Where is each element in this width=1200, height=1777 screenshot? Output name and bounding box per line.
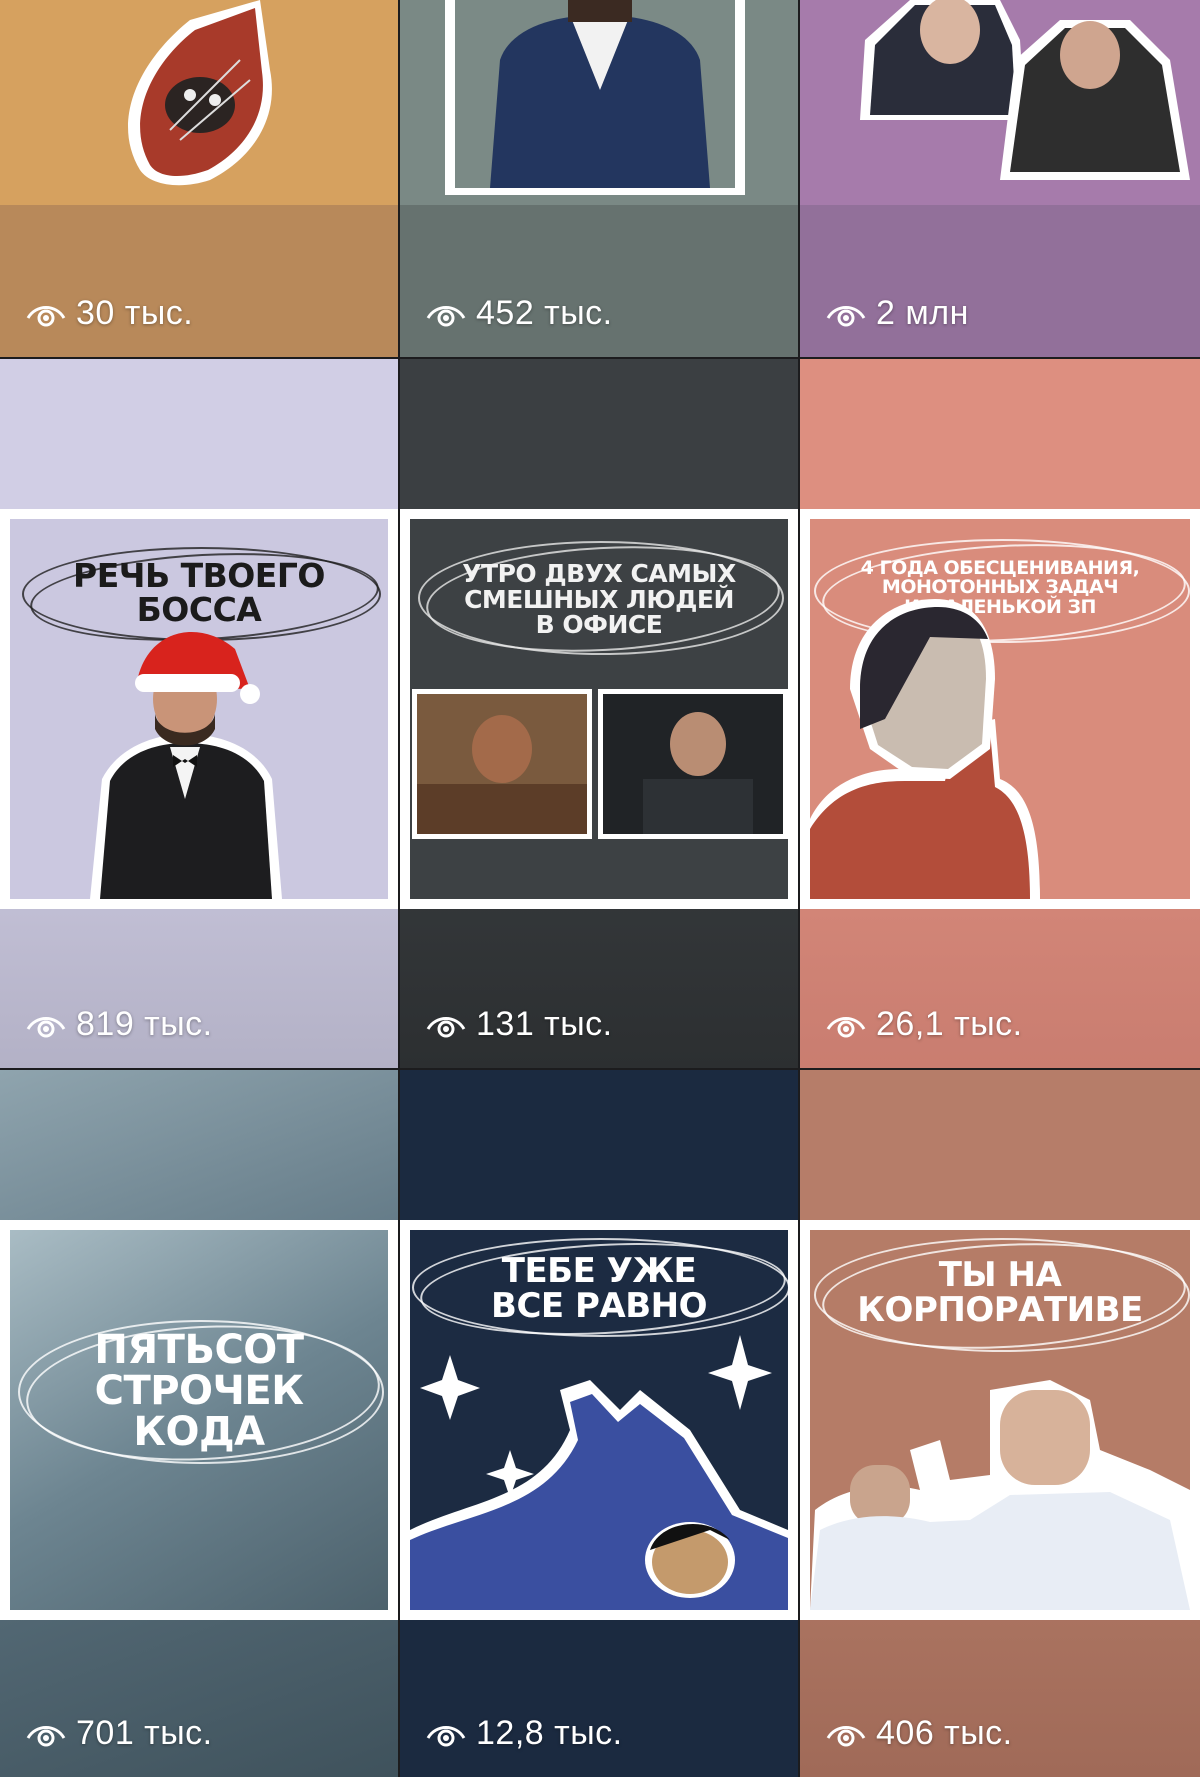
- video-tile-7[interactable]: ПЯТЬСОТ СТРОЧЕК КОДА 701 тыс.: [0, 1070, 398, 1777]
- video-tile-1[interactable]: 30 тыс.: [0, 0, 398, 357]
- video-tile-9[interactable]: ТЫ НА КОРПОРАТИВЕ 406 тыс.: [800, 1070, 1200, 1777]
- eye-icon: [826, 305, 866, 326]
- eye-icon: [826, 1725, 866, 1746]
- cat-sticker-image: [128, 0, 272, 186]
- video-tile-2[interactable]: 452 тыс.: [400, 0, 798, 357]
- caption-line-3: КОДА: [133, 1408, 265, 1455]
- eye-icon: [26, 305, 66, 326]
- eye-icon: [26, 1725, 66, 1746]
- view-count: 30 тыс.: [26, 294, 193, 333]
- eye-icon: [426, 1016, 466, 1037]
- view-count: 701 тыс.: [26, 1714, 213, 1753]
- view-count-label: 12,8 тыс.: [476, 1714, 623, 1752]
- video-thumbnail: ТЫ НА КОРПОРАТИВЕ: [800, 1220, 1200, 1620]
- two-men-laughing-image: [810, 1380, 1190, 1610]
- view-count-label: 131 тыс.: [476, 1005, 613, 1043]
- view-count: 131 тыс.: [426, 1005, 613, 1044]
- view-count-label: 452 тыс.: [476, 294, 613, 332]
- video-thumbnail: [0, 0, 398, 205]
- view-count-label: 2 млн: [876, 294, 969, 332]
- video-thumbnail: 4 ГОДА ОБЕСЦЕНИВАНИЯ, МОНОТОННЫХ ЗАДАЧ И…: [800, 509, 1200, 909]
- caption-line-3: В ОФИСЕ: [535, 610, 663, 639]
- two-actors-image: [860, 0, 1190, 180]
- anime-character-image: [810, 599, 1040, 899]
- boss-in-santa-hat-image: [90, 632, 282, 899]
- caption-line-1: ПЯТЬСОТ: [94, 1327, 304, 1373]
- video-caption: ПЯТЬСОТ СТРОЧЕК КОДА: [10, 1330, 388, 1452]
- eye-icon: [426, 305, 466, 326]
- video-tile-6[interactable]: 4 ГОДА ОБЕСЦЕНИВАНИЯ, МОНОТОННЫХ ЗАДАЧ И…: [800, 359, 1200, 1068]
- view-count-label: 406 тыс.: [876, 1714, 1013, 1752]
- video-tile-3[interactable]: 2 млн: [800, 0, 1200, 357]
- video-tile-8[interactable]: ТЕБЕ УЖЕ ВСЕ РАВНО 12,8 тыс.: [400, 1070, 798, 1777]
- sleeping-man-left-image: [412, 689, 592, 839]
- view-count: 406 тыс.: [826, 1714, 1013, 1753]
- man-in-suit-image: [445, 0, 745, 195]
- video-thumbnail: [400, 0, 798, 205]
- video-thumbnail: [800, 0, 1200, 205]
- view-count: 452 тыс.: [426, 294, 613, 333]
- view-count: 2 млн: [826, 294, 969, 333]
- view-count-label: 701 тыс.: [76, 1714, 213, 1752]
- video-thumbnail: РЕЧЬ ТВОЕГО БОССА: [0, 509, 398, 909]
- caption-line-2: СМЕШНЫХ ЛЮДЕЙ: [464, 584, 734, 614]
- caption-line-1: УТРО ДВУХ САМЫХ: [462, 559, 736, 588]
- eye-icon: [426, 1725, 466, 1746]
- view-count-label: 819 тыс.: [76, 1005, 213, 1043]
- eye-icon: [26, 1016, 66, 1037]
- view-count-label: 30 тыс.: [76, 294, 194, 332]
- sleeping-man-right-image: [598, 689, 788, 839]
- view-count: 12,8 тыс.: [426, 1714, 623, 1753]
- video-caption: УТРО ДВУХ САМЫХ СМЕШНЫХ ЛЮДЕЙ В ОФИСЕ: [410, 561, 788, 638]
- video-grid: 30 тыс. 452 тыс. 2 млн РЕЧЬ ТВОЕГО БОССА…: [0, 0, 1200, 1777]
- anime-lying-down-image: [410, 1335, 788, 1610]
- view-count: 26,1 тыс.: [826, 1005, 1023, 1044]
- eye-icon: [826, 1016, 866, 1037]
- video-tile-4[interactable]: РЕЧЬ ТВОЕГО БОССА 819 тыс.: [0, 359, 398, 1068]
- view-count: 819 тыс.: [26, 1005, 213, 1044]
- video-thumbnail: УТРО ДВУХ САМЫХ СМЕШНЫХ ЛЮДЕЙ В ОФИСЕ: [400, 509, 798, 909]
- view-count-label: 26,1 тыс.: [876, 1005, 1023, 1043]
- video-thumbnail: ПЯТЬСОТ СТРОЧЕК КОДА: [0, 1220, 398, 1620]
- caption-line-2: СТРОЧЕК: [94, 1367, 304, 1414]
- video-thumbnail: ТЕБЕ УЖЕ ВСЕ РАВНО: [400, 1220, 798, 1620]
- video-tile-5[interactable]: УТРО ДВУХ САМЫХ СМЕШНЫХ ЛЮДЕЙ В ОФИСЕ 13…: [400, 359, 798, 1068]
